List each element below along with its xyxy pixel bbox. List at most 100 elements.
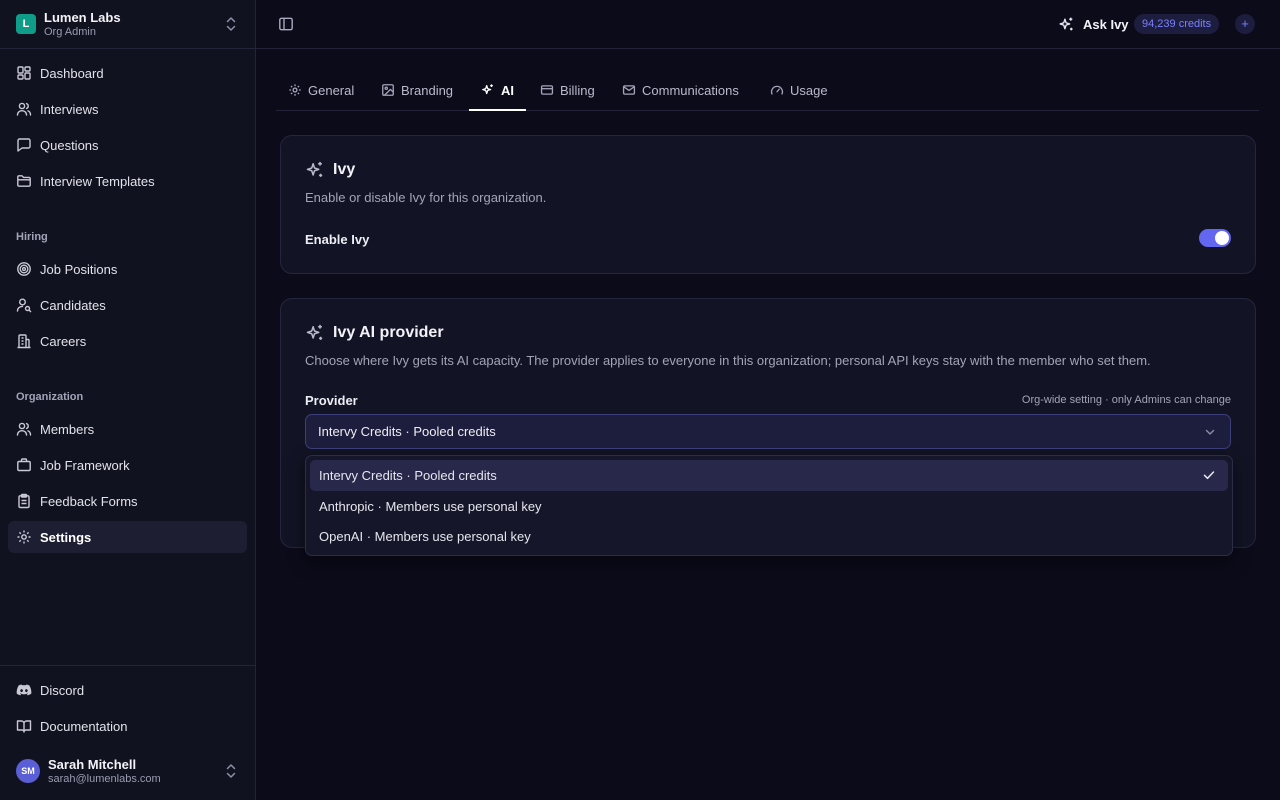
provider-dropdown: Intervy Credits · Pooled credits Anthrop…: [305, 455, 1233, 556]
users-icon: [16, 101, 32, 117]
chevrons-up-down-icon: [224, 16, 238, 32]
avatar: SM: [16, 759, 40, 783]
sidebar-item-candidates[interactable]: Candidates: [8, 289, 247, 321]
add-credits-button[interactable]: +: [1235, 14, 1255, 34]
card-description: Enable or disable Ivy for this organizat…: [305, 190, 547, 205]
sidebar-item-job-framework[interactable]: Job Framework: [8, 449, 247, 481]
gear-icon: [288, 83, 302, 97]
tab-label: AI: [501, 83, 514, 98]
sparkles-icon: [305, 323, 325, 343]
tab-general[interactable]: General: [276, 72, 367, 110]
sidebar-item-label: Candidates: [40, 298, 106, 313]
option-label: Anthropic · Members use personal key: [319, 499, 542, 514]
org-role: Org Admin: [44, 26, 96, 38]
target-icon: [16, 261, 32, 277]
sparkles-icon: [1058, 16, 1075, 33]
tab-label: General: [308, 83, 355, 98]
provider-option-anthropic[interactable]: Anthropic · Members use personal key: [310, 491, 1228, 522]
chevron-down-icon: [1204, 426, 1216, 438]
credit-card-icon: [540, 83, 554, 97]
sidebar-item-label: Job Framework: [40, 458, 130, 473]
sidebar-item-questions[interactable]: Questions: [8, 129, 247, 161]
toggle-knob: [1215, 231, 1229, 245]
user-search-icon: [16, 297, 32, 313]
sidebar-item-members[interactable]: Members: [8, 413, 247, 445]
sidebar-item-label: Interviews: [40, 102, 99, 117]
ivy-card: Ivy Enable or disable Ivy for this organ…: [280, 135, 1256, 274]
sidebar-item-documentation[interactable]: Documentation: [8, 710, 247, 742]
sidebar-item-feedback-forms[interactable]: Feedback Forms: [8, 485, 247, 517]
sidebar-item-label: Feedback Forms: [40, 494, 138, 509]
image-icon: [381, 83, 395, 97]
org-switcher[interactable]: L Lumen Labs Org Admin: [0, 0, 255, 49]
book-icon: [16, 718, 32, 734]
check-icon: [1202, 468, 1216, 482]
sparkles-icon: [305, 160, 325, 180]
option-label: Intervy Credits · Pooled credits: [319, 468, 497, 483]
discord-icon: [16, 682, 32, 698]
ask-ivy-label: Ask Ivy: [1083, 17, 1129, 32]
clipboard-icon: [16, 493, 32, 509]
card-description: Choose where Ivy gets its AI capacity. T…: [305, 353, 1151, 368]
section-label-hiring: Hiring: [16, 231, 48, 243]
tab-label: Usage: [790, 83, 828, 98]
org-name: Lumen Labs: [44, 10, 121, 25]
user-name: Sarah Mitchell: [48, 757, 137, 772]
option-label: OpenAI · Members use personal key: [319, 529, 531, 544]
tab-communications[interactable]: Communications: [610, 72, 756, 110]
sidebar-item-label: Documentation: [40, 719, 128, 734]
provider-option-intervy[interactable]: Intervy Credits · Pooled credits: [310, 460, 1228, 491]
sidebar-item-label: Dashboard: [40, 66, 104, 81]
sidebar-item-job-positions[interactable]: Job Positions: [8, 253, 247, 285]
topbar: Ask Ivy 94,239 credits +: [256, 0, 1280, 49]
sparkles-icon: [481, 83, 495, 97]
tab-branding[interactable]: Branding: [369, 72, 467, 110]
provider-select[interactable]: Intervy Credits · Pooled credits: [305, 414, 1231, 449]
sidebar-item-dashboard[interactable]: Dashboard: [8, 57, 247, 89]
user-email: sarah@lumenlabs.com: [48, 773, 161, 785]
section-label-organization: Organization: [16, 391, 84, 403]
card-title: Ivy AI provider: [333, 324, 444, 341]
tab-label: Billing: [560, 83, 595, 98]
sidebar-item-interview-templates[interactable]: Interview Templates: [8, 165, 247, 197]
sidebar-item-label: Questions: [40, 138, 99, 153]
sidebar-item-label: Settings: [40, 530, 92, 545]
tab-ai[interactable]: AI: [469, 72, 526, 111]
sidebar-divider: [0, 665, 255, 666]
enable-ivy-toggle[interactable]: [1199, 229, 1231, 247]
card-title: Ivy: [333, 161, 356, 178]
provider-hint: Org-wide setting · only Admins can chang…: [1021, 394, 1231, 406]
users-icon: [16, 421, 32, 437]
dashboard-icon: [16, 65, 32, 81]
credits-badge[interactable]: 94,239 credits: [1134, 14, 1220, 34]
org-logo: L: [16, 14, 36, 34]
gear-icon: [16, 529, 32, 545]
sidebar-item-settings[interactable]: Settings: [8, 521, 247, 553]
tab-label: Communications: [642, 83, 739, 98]
briefcase-icon: [16, 457, 32, 473]
building-icon: [16, 333, 32, 349]
sidebar-item-label: Job Positions: [40, 262, 118, 277]
tab-label: Branding: [401, 83, 454, 98]
provider-option-openai[interactable]: OpenAI · Members use personal key: [310, 521, 1228, 552]
enable-ivy-label: Enable Ivy: [305, 232, 370, 247]
sidebar-item-interviews[interactable]: Interviews: [8, 93, 247, 125]
sidebar-item-discord[interactable]: Discord: [8, 674, 247, 706]
sidebar-toggle-icon[interactable]: [278, 16, 294, 32]
gauge-icon: [770, 83, 784, 97]
sidebar-item-label: Discord: [40, 683, 85, 698]
tab-billing[interactable]: Billing: [528, 72, 608, 110]
sidebar-item-label: Interview Templates: [40, 174, 155, 189]
provider-label: Provider: [305, 393, 358, 408]
sidebar: L Lumen Labs Org Admin Dashboard Intervi…: [0, 0, 256, 800]
chevrons-up-down-icon: [224, 763, 238, 779]
folder-icon: [16, 173, 32, 189]
provider-select-value: Intervy Credits · Pooled credits: [318, 424, 496, 439]
sidebar-item-careers[interactable]: Careers: [8, 325, 247, 357]
sidebar-item-label: Members: [40, 422, 95, 437]
sidebar-item-label: Careers: [40, 334, 87, 349]
settings-tabs: General Branding AI Billing Communicatio…: [276, 72, 1259, 111]
message-square-icon: [16, 137, 32, 153]
mail-icon: [622, 83, 636, 97]
tab-usage[interactable]: Usage: [758, 72, 836, 110]
